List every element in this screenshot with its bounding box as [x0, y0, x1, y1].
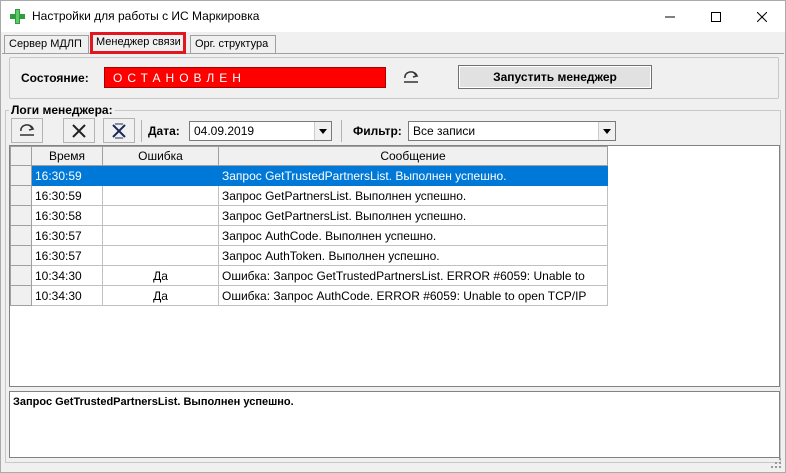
title-bar[interactable]: Настройки для работы с ИС Маркировка: [1, 1, 785, 32]
logs-grid[interactable]: Время Ошибка Сообщение 16:30:59 Запрос G…: [9, 145, 780, 387]
tab-bar: Сервер МДЛП Менеджер связи Орг. структур…: [1, 32, 785, 54]
chevron-down-icon[interactable]: [598, 122, 615, 140]
cell-message: Ошибка: Запрос GetTrustedPartnersList. E…: [218, 265, 608, 286]
row-indicator[interactable]: [10, 265, 32, 286]
maximize-button[interactable]: [693, 1, 739, 32]
date-value: 04.09.2019: [194, 124, 255, 138]
chevron-down-icon[interactable]: [314, 122, 331, 140]
filter-label: Фильтр:: [353, 124, 402, 138]
tab-connection-manager[interactable]: Менеджер связи: [90, 32, 186, 54]
column-header-time[interactable]: Время: [31, 146, 103, 166]
cell-time: 10:34:30: [31, 285, 103, 306]
cell-time: 16:30:58: [31, 205, 103, 226]
row-indicator[interactable]: [10, 185, 32, 206]
table-row[interactable]: 16:30:57 Запрос AuthCode. Выполнен успеш…: [10, 225, 608, 246]
refresh-icon: [404, 71, 419, 83]
minimize-icon: [665, 16, 675, 17]
refresh-state-button[interactable]: [399, 67, 423, 89]
cell-error: Да: [102, 285, 219, 306]
cell-message: Запрос AuthCode. Выполнен успешно.: [218, 225, 608, 246]
settings-window: Настройки для работы с ИС Маркировка Сер…: [0, 0, 786, 473]
date-picker[interactable]: 04.09.2019: [189, 121, 332, 141]
state-value: ОСТАНОВЛЕН: [104, 67, 386, 88]
cell-message: Запрос AuthToken. Выполнен успешно.: [218, 245, 608, 266]
column-header-message[interactable]: Сообщение: [218, 146, 608, 166]
table-row[interactable]: 16:30:59 Запрос GetPartnersList. Выполне…: [10, 185, 608, 206]
refresh-logs-button[interactable]: [11, 118, 43, 143]
cell-message: Запрос GetPartnersList. Выполнен успешно…: [218, 185, 608, 206]
table-row[interactable]: 10:34:30 Да Ошибка: Запрос AuthCode. ERR…: [10, 285, 608, 306]
tab-org-structure[interactable]: Орг. структура: [190, 35, 276, 54]
row-indicator[interactable]: [10, 225, 32, 246]
row-indicator[interactable]: [10, 205, 32, 226]
toolbar-separator: [341, 120, 342, 142]
refresh-icon: [20, 123, 35, 136]
cell-time: 16:30:59: [31, 185, 103, 206]
date-label: Дата:: [148, 124, 180, 138]
delete-log-button[interactable]: [63, 118, 95, 143]
cell-message: Запрос GetTrustedPartnersList. Выполнен …: [218, 165, 608, 186]
green-cross-icon: [10, 9, 25, 24]
table-row[interactable]: 16:30:57 Запрос AuthToken. Выполнен успе…: [10, 245, 608, 266]
logs-title: Логи менеджера:: [9, 103, 115, 117]
resize-grip-icon[interactable]: [771, 458, 781, 468]
header-row: Время Ошибка Сообщение: [10, 146, 608, 166]
column-header-error[interactable]: Ошибка: [102, 146, 219, 166]
cell-time: 10:34:30: [31, 265, 103, 286]
cell-error: [102, 185, 219, 206]
logs-toolbar: Дата: 04.09.2019 Фильтр: Все записи: [11, 118, 616, 144]
cell-error: [102, 165, 219, 186]
filter-select[interactable]: Все записи: [408, 121, 616, 141]
start-manager-button[interactable]: Запустить менеджер: [458, 65, 652, 89]
delete-icon: [72, 123, 86, 138]
state-label: Состояние:: [21, 71, 89, 85]
cell-time: 16:30:57: [31, 245, 103, 266]
delete-all-logs-button[interactable]: [103, 118, 135, 143]
delete-all-icon: [112, 123, 126, 138]
filter-value: Все записи: [413, 124, 476, 138]
close-button[interactable]: [739, 1, 785, 32]
cell-error: [102, 245, 219, 266]
logs-table: Время Ошибка Сообщение 16:30:59 Запрос G…: [10, 146, 608, 306]
cell-message: Ошибка: Запрос AuthCode. ERROR #6059: Un…: [218, 285, 608, 306]
tab-mdlp-server[interactable]: Сервер МДЛП: [4, 35, 89, 54]
row-indicator-header: [10, 146, 32, 166]
cell-time: 16:30:59: [31, 165, 103, 186]
log-detail-text[interactable]: Запрос GetTrustedPartnersList. Выполнен …: [9, 391, 780, 458]
minimize-button[interactable]: [647, 1, 693, 32]
window-title: Настройки для работы с ИС Маркировка: [32, 9, 260, 23]
table-row[interactable]: 16:30:58 Запрос GetPartnersList. Выполне…: [10, 205, 608, 226]
cell-error: [102, 225, 219, 246]
close-icon: [757, 11, 767, 22]
row-indicator[interactable]: [10, 165, 32, 186]
row-indicator[interactable]: [10, 245, 32, 266]
cell-time: 16:30:57: [31, 225, 103, 246]
cell-message: Запрос GetPartnersList. Выполнен успешно…: [218, 205, 608, 226]
table-row[interactable]: 16:30:59 Запрос GetTrustedPartnersList. …: [10, 165, 608, 186]
cell-error: Да: [102, 265, 219, 286]
toolbar-separator: [141, 120, 142, 142]
table-row[interactable]: 10:34:30 Да Ошибка: Запрос GetTrustedPar…: [10, 265, 608, 286]
cell-error: [102, 205, 219, 226]
row-indicator[interactable]: [10, 285, 32, 306]
maximize-icon: [711, 11, 721, 22]
